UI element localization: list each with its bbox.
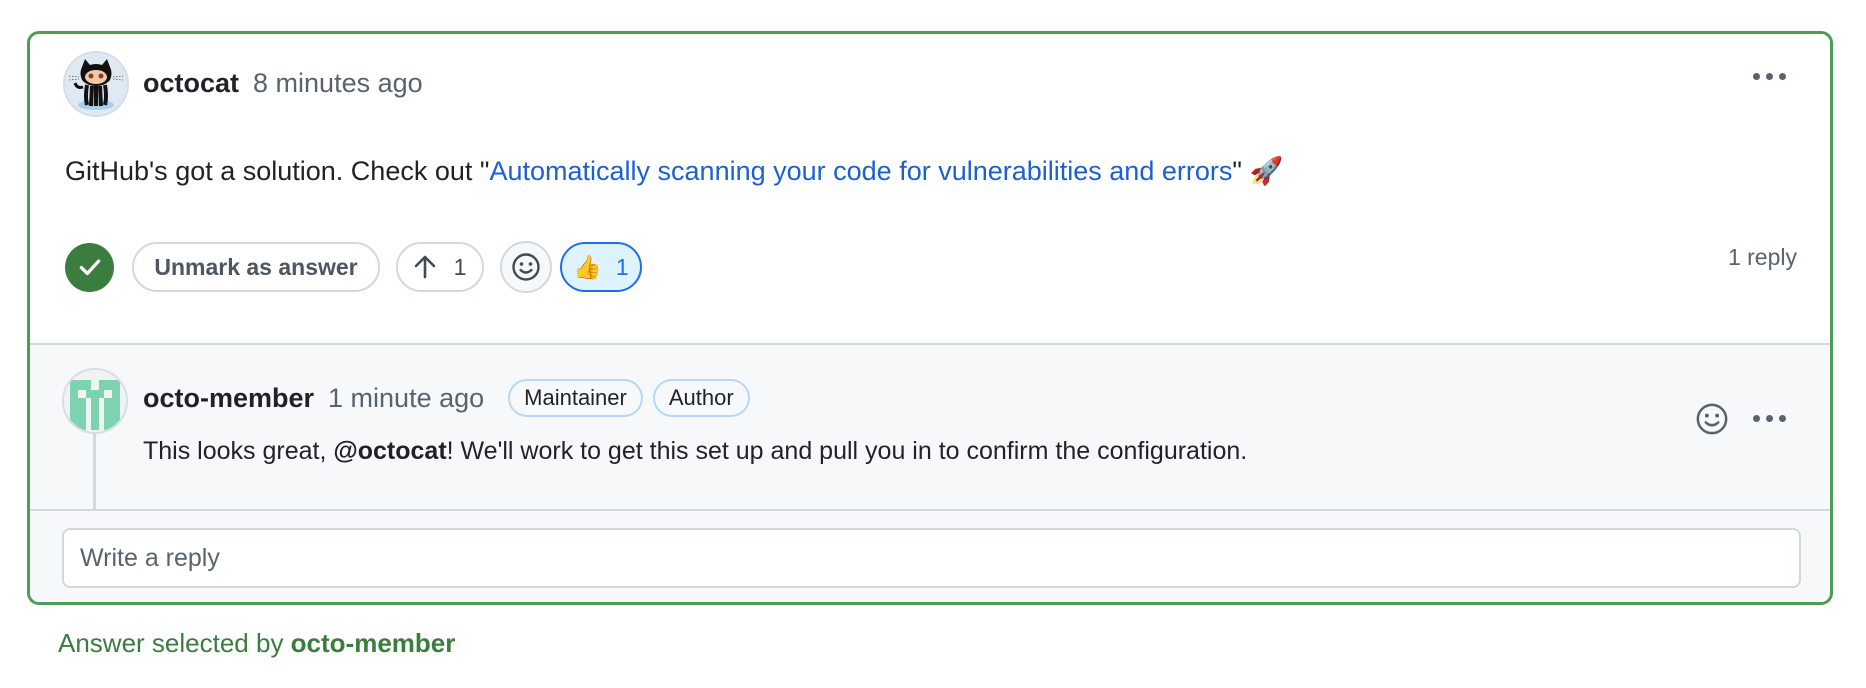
reply-count[interactable]: 1 reply bbox=[1728, 244, 1797, 271]
answer-comment-card: octocat 8 minutes ago GitHub's got a solu… bbox=[27, 31, 1833, 605]
answer-selected-note: Answer selected by octo-member bbox=[58, 628, 455, 659]
reply-header: octo-member 1 minute ago Maintainer Auth… bbox=[143, 379, 750, 417]
reply-body: This looks great, @octocat! We'll work t… bbox=[143, 433, 1247, 469]
answer-selected-prefix: Answer selected by bbox=[58, 628, 291, 658]
comment-timestamp[interactable]: 8 minutes ago bbox=[253, 68, 423, 98]
thumbs-up-count: 1 bbox=[615, 253, 629, 280]
write-reply-input[interactable] bbox=[62, 528, 1801, 588]
reply-add-reaction-button[interactable] bbox=[1695, 402, 1729, 436]
reply-body-prefix: This looks great, bbox=[143, 437, 334, 465]
octocat-icon bbox=[68, 59, 124, 110]
comment-body-prefix: GitHub's got a solution. Check out " bbox=[65, 156, 490, 186]
smiley-icon bbox=[512, 253, 540, 281]
thread-line bbox=[93, 434, 96, 509]
identicon-icon bbox=[64, 370, 126, 432]
article-link[interactable]: Automatically scanning your code for vul… bbox=[489, 156, 1232, 186]
answer-selected-user[interactable]: octo-member bbox=[291, 628, 456, 658]
author-badge: Author bbox=[652, 379, 750, 417]
comment-actions: Unmark as answer 1 👍 1 bbox=[65, 241, 658, 293]
mention-link[interactable]: @octocat bbox=[333, 437, 446, 465]
reply-thread: octo-member 1 minute ago Maintainer Auth… bbox=[30, 343, 1830, 509]
upvote-count: 1 bbox=[453, 253, 467, 280]
comment-body: GitHub's got a solution. Check out "Auto… bbox=[65, 153, 1283, 189]
arrow-up-icon bbox=[414, 255, 435, 279]
comment-header: octocat 8 minutes ago bbox=[143, 65, 423, 101]
reply-options-kebab-icon[interactable] bbox=[1753, 415, 1786, 422]
rocket-emoji-icon: 🚀 bbox=[1249, 156, 1284, 186]
thumbs-up-icon: 👍 bbox=[573, 253, 602, 280]
upvote-button[interactable]: 1 bbox=[396, 242, 484, 292]
comment-body-suffix: " bbox=[1232, 156, 1250, 186]
add-reaction-button[interactable] bbox=[500, 241, 552, 293]
reply-input-area bbox=[30, 509, 1830, 602]
reply-author[interactable]: octo-member bbox=[143, 380, 314, 416]
unmark-as-answer-button[interactable]: Unmark as answer bbox=[132, 242, 380, 292]
reply-timestamp[interactable]: 1 minute ago bbox=[328, 380, 484, 416]
octo-member-avatar[interactable] bbox=[62, 368, 128, 434]
comment-options-kebab-icon[interactable] bbox=[1753, 73, 1786, 80]
thumbs-up-reaction-button[interactable]: 👍 1 bbox=[560, 242, 642, 292]
maintainer-badge: Maintainer bbox=[508, 379, 643, 417]
comment-author[interactable]: octocat bbox=[143, 68, 239, 98]
octocat-avatar[interactable] bbox=[63, 51, 129, 117]
reply-body-suffix: ! We'll work to get this set up and pull… bbox=[446, 437, 1248, 465]
answer-check-icon bbox=[65, 242, 114, 292]
smiley-icon bbox=[1696, 403, 1728, 435]
comment-main: octocat 8 minutes ago GitHub's got a solu… bbox=[30, 34, 1830, 343]
